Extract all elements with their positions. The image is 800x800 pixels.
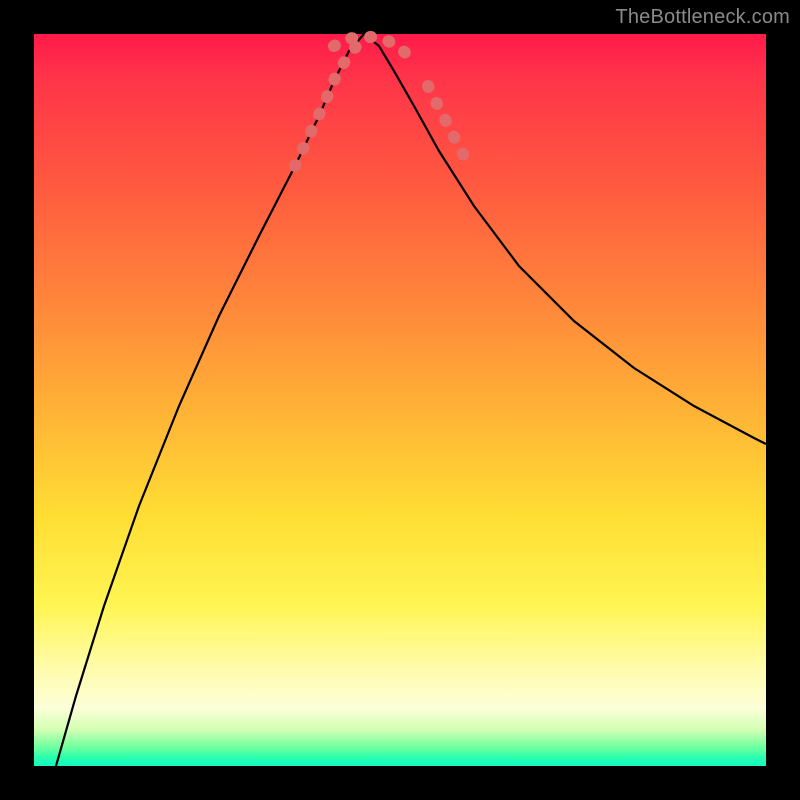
curve-right [364,34,766,444]
highlight-bottom [334,37,408,55]
watermark-text: TheBottleneck.com [615,6,790,29]
highlight-left [295,38,368,166]
plot-area [34,34,766,766]
chart-svg [34,34,766,766]
highlight-right [428,86,464,156]
curve-left [56,34,364,766]
outer-black-frame: TheBottleneck.com [0,0,800,800]
